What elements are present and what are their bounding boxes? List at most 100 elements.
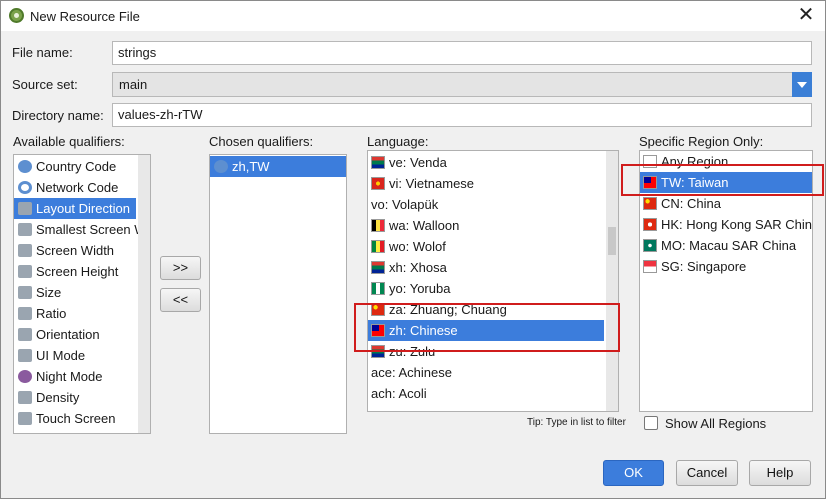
- qualifier-item[interactable]: Network Code: [14, 177, 136, 198]
- chevron-down-icon[interactable]: [792, 72, 812, 97]
- language-label: Language:: [367, 134, 429, 149]
- region-item[interactable]: CN: China: [640, 193, 812, 214]
- dialog-title: New Resource File: [30, 9, 140, 24]
- source-set-dropdown[interactable]: main: [112, 72, 812, 97]
- qualifier-item[interactable]: Touch Screen: [14, 408, 136, 429]
- language-label: ach: Acoli: [371, 386, 427, 401]
- qualifier-label: Density: [36, 390, 80, 405]
- qualifier-item[interactable]: Orientation: [14, 324, 136, 345]
- qualifier-label: Layout Direction: [36, 201, 130, 216]
- ratio-icon: [18, 307, 32, 320]
- night-mode-icon: [18, 370, 32, 383]
- add-qualifier-button[interactable]: >>: [160, 256, 201, 280]
- qualifier-label: Smallest Screen W: [36, 222, 147, 237]
- region-item[interactable]: SG: Singapore: [640, 256, 812, 277]
- language-scrollbar-thumb[interactable]: [608, 227, 616, 255]
- qualifier-item[interactable]: Ratio: [14, 303, 136, 324]
- available-qualifiers-label: Available qualifiers:: [13, 134, 125, 149]
- language-label: wo: Wolof: [389, 239, 446, 254]
- file-name-field[interactable]: strings: [112, 41, 812, 65]
- show-all-regions-checkbox[interactable]: [644, 416, 658, 430]
- qualifier-item[interactable]: Screen Width: [14, 240, 136, 261]
- orientation-icon: [18, 328, 32, 341]
- language-highlight-box: [354, 303, 620, 352]
- region-label: Specific Region Only:: [639, 134, 764, 149]
- qualifier-label: Ratio: [36, 306, 67, 321]
- flag-ng-icon: [371, 282, 385, 295]
- language-item[interactable]: wa: Walloon: [368, 215, 604, 236]
- region-label: SG: Singapore: [661, 259, 747, 274]
- source-set-value: main: [119, 77, 148, 92]
- qualifier-label: Touch Screen: [36, 411, 116, 426]
- chosen-qualifier-label: zh,TW: [232, 159, 270, 174]
- qualifier-item[interactable]: Density: [14, 387, 136, 408]
- chosen-qualifier-item[interactable]: zh,TW: [210, 156, 346, 177]
- layout-direction-icon: [18, 202, 32, 215]
- cancel-button[interactable]: Cancel: [676, 460, 738, 486]
- close-icon[interactable]: ✕: [795, 5, 817, 27]
- language-label: yo: Yoruba: [389, 281, 451, 296]
- qualifier-label: UI Mode: [36, 348, 86, 363]
- remove-qualifier-button[interactable]: <<: [160, 288, 201, 312]
- available-qualifiers-scrollbar[interactable]: [138, 155, 150, 433]
- language-label: xh: Xhosa: [389, 260, 447, 275]
- language-item[interactable]: wo: Wolof: [368, 236, 604, 257]
- chosen-qualifiers-list[interactable]: zh,TW: [209, 154, 347, 434]
- qualifier-label: Country Code: [36, 159, 117, 174]
- globe-icon: [18, 160, 32, 173]
- language-item[interactable]: yo: Yoruba: [368, 278, 604, 299]
- qualifier-item[interactable]: Night Mode: [14, 366, 136, 387]
- language-item[interactable]: vi: Vietnamese: [368, 173, 604, 194]
- chosen-qualifiers-label: Chosen qualifiers:: [209, 134, 314, 149]
- qualifier-label: Screen Width: [36, 243, 115, 258]
- language-item[interactable]: ach: Acoli: [368, 383, 604, 404]
- show-all-regions-label: Show All Regions: [665, 416, 767, 431]
- qualifier-item[interactable]: Country Code: [14, 156, 136, 177]
- flag-za-icon: [371, 261, 385, 274]
- size-icon: [18, 286, 32, 299]
- qualifier-label: Screen Height: [36, 264, 119, 279]
- ui-mode-icon: [18, 349, 32, 362]
- qualifier-item[interactable]: Screen Height: [14, 261, 136, 282]
- language-item[interactable]: ace: Achinese: [368, 362, 604, 383]
- flag-mo-icon: [643, 239, 657, 252]
- qualifier-item[interactable]: Layout Direction: [14, 198, 136, 219]
- available-qualifiers-list[interactable]: Country Code Network Code Layout Direction…: [13, 154, 151, 434]
- screen-height-icon: [18, 265, 32, 278]
- region-label: HK: Hong Kong SAR China: [661, 217, 813, 232]
- smallest-width-icon: [18, 223, 32, 236]
- qualifier-item[interactable]: Size: [14, 282, 136, 303]
- language-item[interactable]: vo: Volapük: [368, 194, 604, 215]
- screen-width-icon: [18, 244, 32, 257]
- flag-za-icon: [371, 156, 385, 169]
- flag-cn-icon: [643, 197, 657, 210]
- network-icon: [18, 181, 32, 194]
- ok-button[interactable]: OK: [603, 460, 664, 486]
- file-name-label: File name:: [12, 45, 73, 60]
- qualifier-label: Orientation: [36, 327, 100, 342]
- density-icon: [18, 391, 32, 404]
- flag-be-icon: [371, 219, 385, 232]
- language-item[interactable]: xh: Xhosa: [368, 257, 604, 278]
- help-button[interactable]: Help: [749, 460, 811, 486]
- language-scrollbar[interactable]: [606, 151, 618, 411]
- language-label: wa: Walloon: [389, 218, 460, 233]
- qualifier-item[interactable]: Smallest Screen W: [14, 219, 147, 240]
- region-item[interactable]: HK: Hong Kong SAR China: [640, 214, 812, 235]
- new-resource-file-dialog: New Resource File ✕ File name: strings S…: [0, 0, 826, 499]
- language-label: ve: Venda: [389, 155, 447, 170]
- language-label: vo: Volapük: [371, 197, 439, 212]
- directory-name-label: Directory name:: [12, 108, 104, 123]
- source-set-label: Source set:: [12, 77, 78, 92]
- language-item[interactable]: ve: Venda: [368, 152, 604, 173]
- filter-tip: Tip: Type in list to filter: [527, 417, 626, 428]
- language-list[interactable]: ve: Venda vi: Vietnamese vo: Volapük wa: Wa…: [367, 150, 619, 412]
- globe-icon: [214, 160, 228, 173]
- flag-vn-icon: [371, 177, 385, 190]
- directory-name-field[interactable]: values-zh-rTW: [112, 103, 812, 127]
- qualifier-item[interactable]: UI Mode: [14, 345, 136, 366]
- region-item[interactable]: MO: Macau SAR China: [640, 235, 812, 256]
- language-label: ace: Achinese: [371, 365, 452, 380]
- qualifier-label: Size: [36, 285, 62, 300]
- flag-sn-icon: [371, 240, 385, 253]
